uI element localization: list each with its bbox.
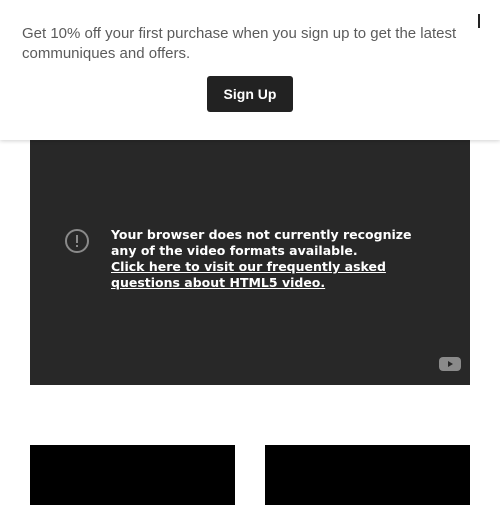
video-error-text: Your browser does not currently recogniz… [111, 227, 412, 258]
warning-icon [65, 229, 89, 253]
video-error-message: Your browser does not currently recogniz… [111, 227, 441, 291]
youtube-icon[interactable] [439, 356, 461, 372]
promo-banner: Get 10% off your first purchase when you… [0, 0, 500, 140]
signup-button[interactable]: Sign Up [207, 76, 293, 112]
close-icon[interactable] [478, 14, 480, 28]
promo-text: Get 10% off your first purchase when you… [22, 25, 457, 62]
video-player[interactable]: Your browser does not currently recogniz… [30, 140, 470, 385]
video-thumbnail[interactable] [265, 445, 470, 505]
video-thumbnail[interactable] [30, 445, 235, 505]
faq-link[interactable]: Click here to visit our frequently asked… [111, 259, 386, 290]
